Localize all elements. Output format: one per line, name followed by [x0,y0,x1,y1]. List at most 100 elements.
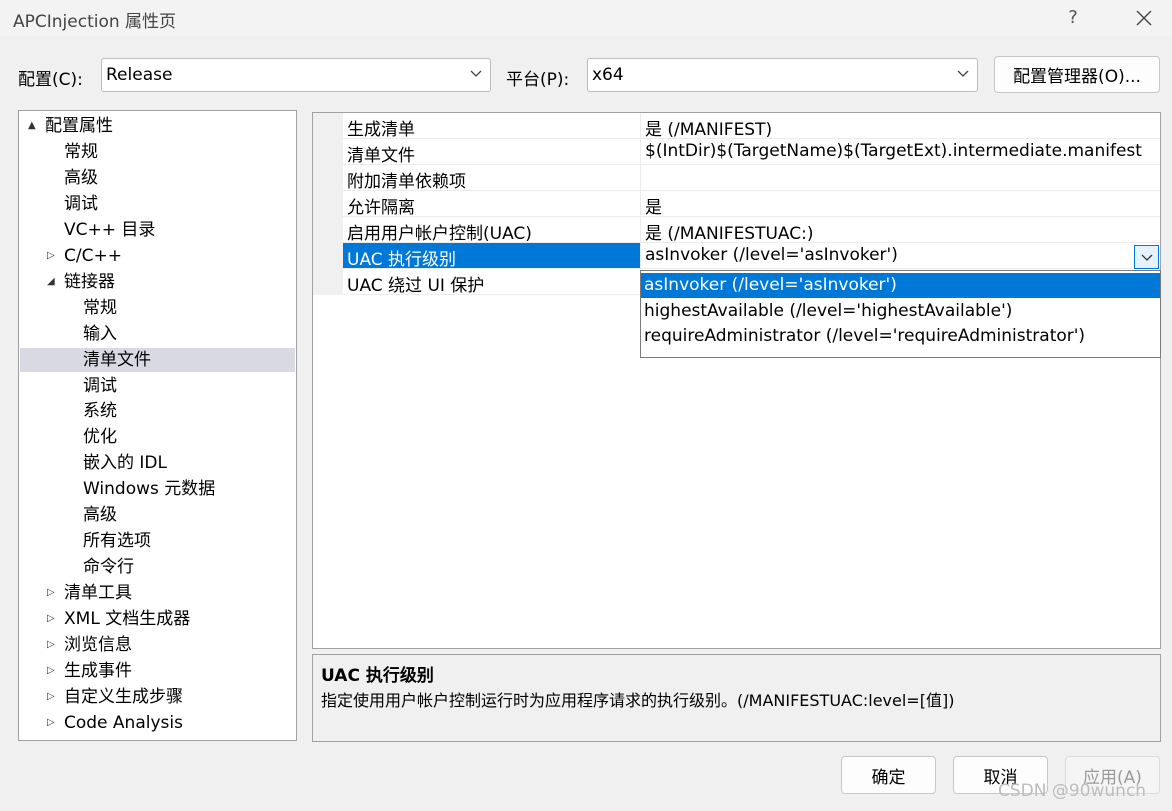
description-title: UAC 执行级别 [321,666,434,686]
tree-item-label: 所有选项 [83,531,151,552]
property-row[interactable]: 清单文件 $(IntDir)$(TargetName)$(TargetExt).i… [343,139,1160,166]
configuration-select[interactable]: Release [101,58,491,92]
chevron-down-icon [957,70,969,77]
configuration-value: Release [106,65,173,85]
tree-item[interactable]: ▷ 清单工具 [20,581,295,605]
dropdown-option[interactable]: highestAvailable (/level='highestAvailab… [641,299,1160,324]
expand-arrow-icon[interactable]: ▷ [47,659,55,683]
expand-arrow-icon[interactable]: ▷ [47,607,55,631]
expand-arrow-icon[interactable]: ▷ [47,685,55,709]
tree-item[interactable]: 常规 [20,140,295,164]
tree-item[interactable]: ▲ 配置属性 [20,114,295,138]
tree-item[interactable]: 嵌入的 IDL [20,451,295,475]
configuration-manager-button[interactable]: 配置管理器(O)... [994,56,1160,93]
property-value[interactable]: $(IntDir)$(TargetName)$(TargetExt).inter… [640,139,1160,164]
property-value[interactable]: 是 (/MANIFEST) [640,113,1160,138]
close-icon [1136,10,1152,26]
tree-item-label: 链接器 [64,271,115,292]
tree-item-label: 常规 [64,141,98,162]
ok-button[interactable]: 确定 [841,756,936,794]
description-panel: UAC 执行级别 指定使用用户帐户控制运行时为应用程序请求的执行级别。(/MAN… [312,654,1161,742]
tree-item-label: 嵌入的 IDL [83,453,167,474]
expand-arrow-icon[interactable]: ▷ [47,581,55,605]
window-title: APCInjection 属性页 [13,12,177,32]
help-button[interactable]: ? [1058,3,1088,33]
platform-value: x64 [592,65,624,85]
property-value[interactable] [640,165,1160,190]
property-tree[interactable]: ▲ 配置属性 常规 高级 调试 VC++ 目录 ▷ C/C++ ◢ 链接器 常规 输入 清单文件 调试 系统… [18,110,297,741]
description-text: 指定使用用户帐户控制运行时为应用程序请求的执行级别。(/MANIFESTUAC:… [321,691,955,710]
platform-label: 平台(P): [506,70,570,90]
title-bar: APCInjection 属性页 ? [0,0,1172,36]
property-name: 清单文件 [347,146,415,166]
tree-item-label: 输入 [83,323,117,344]
tree-item-label: 优化 [83,427,117,448]
tree-item-label: 配置属性 [45,116,113,136]
tree-item[interactable]: ▷ Code Analysis [20,711,295,735]
collapse-arrow-icon[interactable]: ◢ [47,270,55,294]
tree-item[interactable]: 常规 [20,296,295,320]
tree-item-label: 系统 [83,401,117,422]
dropdown-option[interactable]: asInvoker (/level='asInvoker') [641,273,1160,298]
expand-arrow-icon[interactable]: ▷ [47,633,55,657]
tree-item-label: 自定义生成步骤 [64,686,183,707]
tree-item-label: 高级 [64,167,98,188]
close-button[interactable] [1127,3,1161,33]
tree-item[interactable]: 命令行 [20,555,295,579]
collapse-arrow-icon[interactable]: ▲ [28,114,36,138]
property-grid[interactable]: 生成清单 是 (/MANIFEST) 清单文件 $(IntDir)$(TargetNa… [312,112,1161,649]
expand-arrow-icon[interactable]: ▷ [47,711,55,735]
tree-item[interactable]: VC++ 目录 [20,218,295,242]
tree-item[interactable]: ▷ C/C++ [20,244,295,268]
tree-item-label: 清单文件 [83,349,151,370]
property-name: 允许隔离 [347,198,415,218]
property-value[interactable]: 是 [640,191,1160,216]
execution-level-dropdown[interactable]: asInvoker (/level='asInvoker') highestAva… [640,270,1161,358]
tree-item[interactable]: 输入 [20,322,295,346]
tree-item[interactable]: 清单文件 [20,347,295,372]
property-name: UAC 执行级别 [347,250,457,270]
tree-item-label: 命令行 [83,557,134,578]
tree-item[interactable]: 调试 [20,374,295,398]
tree-item-label: 高级 [83,505,117,526]
tree-item-label: 清单工具 [64,583,132,604]
property-row[interactable]: 启用用户帐户控制(UAC) 是 (/MANIFESTUAC:) [343,217,1160,244]
watermark: CSDN @90wunch [998,781,1147,801]
tree-item[interactable]: Windows 元数据 [20,477,295,501]
property-row[interactable]: 允许隔离 是 [343,191,1160,218]
platform-select[interactable]: x64 [587,58,978,92]
tree-item[interactable]: ◢ 链接器 [20,270,295,294]
property-name: 启用用户帐户控制(UAC) [347,224,532,244]
tree-item[interactable]: 调试 [20,192,295,216]
property-row[interactable]: 生成清单 是 (/MANIFEST) [343,113,1160,140]
chevron-down-icon [1141,254,1152,261]
tree-item[interactable]: 所有选项 [20,529,295,553]
tree-item[interactable]: ▷ 生成事件 [20,659,295,683]
property-value[interactable]: asInvoker (/level='asInvoker') [640,243,1160,268]
tree-item-label: VC++ 目录 [64,219,156,240]
tree-item-label: XML 文档生成器 [64,609,191,630]
chevron-down-icon [470,70,482,77]
property-value[interactable]: 是 (/MANIFESTUAC:) [640,217,1160,242]
tree-item-label: Code Analysis [64,712,183,733]
tree-item[interactable]: ▷ 自定义生成步骤 [20,685,295,709]
tree-item-label: 调试 [83,375,117,396]
tree-item-label: 调试 [64,193,98,214]
tree-item[interactable]: ▷ 浏览信息 [20,633,295,657]
configuration-label: 配置(C): [18,70,83,90]
dropdown-option[interactable]: requireAdministrator (/level='requireAdm… [641,324,1160,349]
tree-item[interactable]: 系统 [20,399,295,423]
tree-item[interactable]: ▷ XML 文档生成器 [20,607,295,631]
value-dropdown-button[interactable] [1134,245,1159,269]
expand-arrow-icon[interactable]: ▷ [47,244,55,268]
tree-item[interactable]: 高级 [20,166,295,190]
property-name: 生成清单 [347,120,415,140]
property-row[interactable]: UAC 执行级别 asInvoker (/level='asInvoker') [343,243,1160,270]
tree-item-label: Windows 元数据 [83,479,216,500]
tree-item-label: 浏览信息 [64,635,132,655]
tree-item[interactable]: 高级 [20,503,295,527]
property-name: UAC 绕过 UI 保护 [347,276,485,296]
tree-item-label: 生成事件 [64,660,132,681]
tree-item[interactable]: 优化 [20,425,295,449]
property-row[interactable]: 附加清单依赖项 [343,165,1160,192]
